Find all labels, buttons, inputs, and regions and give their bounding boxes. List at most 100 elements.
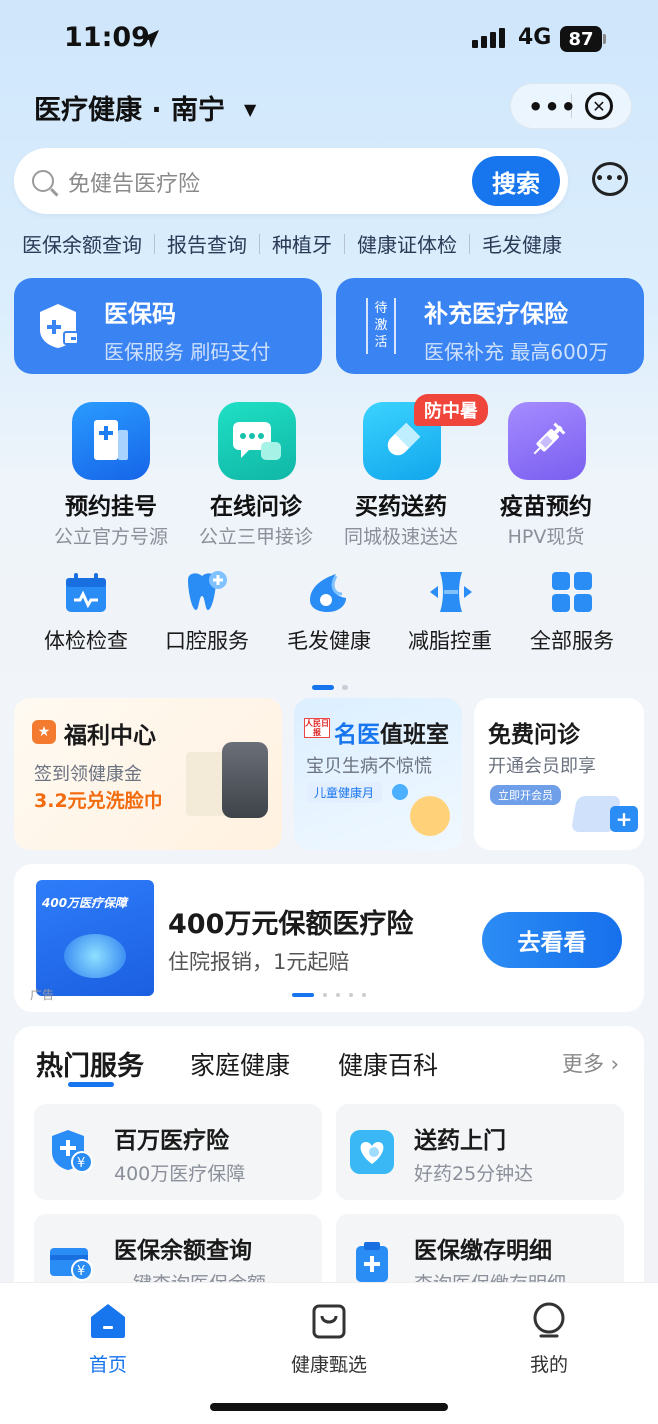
home-icon[interactable] — [89, 1302, 127, 1340]
capsule-divider — [571, 94, 572, 118]
quick-link-report[interactable]: 报告查询 — [155, 229, 259, 258]
hair-health-label[interactable]: 毛发健康 — [269, 625, 389, 655]
dental-icon[interactable] — [184, 570, 230, 614]
ad-page-indicator — [336, 993, 340, 997]
pending-activation-tag: 待激活 — [366, 298, 396, 354]
physical-exam-icon[interactable] — [64, 572, 108, 614]
close-miniapp-icon[interactable]: ✕ — [585, 92, 613, 120]
people-daily-logo: 人民日报 — [304, 718, 330, 738]
all-services-grid-icon[interactable] — [552, 572, 592, 612]
insurance-code-title: 医保码 — [104, 300, 176, 328]
ad-image-graphic — [64, 934, 126, 978]
vaccine-booking-icon[interactable] — [508, 402, 586, 480]
welfare-gift-icon: ★ — [32, 720, 56, 744]
tab-family-health[interactable]: 家庭健康 — [190, 1046, 290, 1082]
cellular-signal-icon — [472, 28, 505, 48]
insurance-balance-title: 医保余额查询 — [114, 1238, 252, 1264]
pending-activation-text: 待激活 — [374, 301, 388, 350]
search-icon — [32, 170, 54, 192]
ad-insurance-image: 400万医疗保障 — [36, 880, 154, 996]
appointment-registration-label[interactable]: 预约挂号 — [36, 487, 186, 521]
famous-doctor-title-rest: 值班室 — [380, 722, 449, 748]
home-indicator — [210, 1403, 448, 1411]
child-illustration — [410, 796, 450, 836]
quick-link-health-cert[interactable]: 健康证体检 — [345, 229, 469, 258]
buy-medicine-sub: 同城极速送达 — [343, 526, 458, 548]
shopping-bag-icon[interactable] — [311, 1302, 347, 1340]
welfare-center-title: 福利中心 — [64, 723, 156, 749]
chevron-right-icon: › — [604, 1052, 620, 1076]
dental-service-label[interactable]: 口腔服务 — [147, 625, 267, 655]
ad-image-title: 400万医疗保障 — [42, 896, 128, 910]
active-tab-indicator — [68, 1082, 114, 1087]
medical-kit-icon: + — [610, 806, 638, 832]
ad-view-button[interactable]: 去看看 — [482, 912, 622, 968]
children-health-tag: 儿童健康月 — [306, 782, 383, 803]
online-consultation-sub: 公立三甲接诊 — [198, 526, 313, 548]
ad-title: 400万元保额医疗险 — [168, 909, 414, 940]
appointment-registration-icon[interactable] — [72, 402, 150, 480]
free-consultation-sub: 开通会员即享 — [488, 756, 596, 777]
search-input[interactable]: 免健告医疗险 — [68, 166, 200, 198]
ad-label: 广告 — [30, 988, 55, 1002]
vaccine-booking-label[interactable]: 疫苗预约 — [471, 487, 621, 521]
online-consultation-icon[interactable] — [218, 402, 296, 480]
water-bottle-product-image — [222, 742, 268, 818]
quick-link-hair[interactable]: 毛发健康 — [470, 229, 574, 258]
ad-page-indicator — [362, 993, 366, 997]
supplement-insurance-title: 补充医疗保险 — [424, 300, 568, 328]
heatstroke-badge: 防中暑 — [414, 394, 488, 426]
appointment-registration-sub: 公立官方号源 — [53, 526, 168, 548]
quick-link-balance[interactable]: 医保余额查询 — [22, 229, 154, 258]
search-button[interactable]: 搜索 — [472, 156, 560, 206]
medicine-delivery-icon — [350, 1130, 394, 1174]
nav-health-select-label[interactable]: 健康甄选 — [269, 1350, 389, 1377]
svg-text:¥: ¥ — [77, 1156, 85, 1171]
page-indicator — [342, 685, 348, 690]
free-consultation-title: 免费问诊 — [488, 722, 580, 748]
quick-link-implant[interactable]: 种植牙 — [260, 229, 344, 258]
famous-doctor-title: 名医值班室 — [334, 715, 449, 749]
message-chat-icon[interactable]: ••• — [592, 162, 628, 196]
physical-exam-label[interactable]: 体检检查 — [26, 625, 146, 655]
weight-loss-icon[interactable] — [428, 570, 474, 614]
page-title-city[interactable]: 医疗健康 · 南宁 — [34, 88, 225, 127]
insurance-payment-detail-sub: 查询医保缴存明细 — [414, 1269, 566, 1282]
quick-links: 医保余额查询 报告查询 种植牙 健康证体检 毛发健康 — [22, 229, 574, 258]
insurance-code-subtitle: 医保服务 刷码支付 — [104, 340, 271, 364]
ad-page-indicator — [349, 993, 353, 997]
medicine-delivery-title: 送药上门 — [414, 1128, 506, 1154]
svg-text:¥: ¥ — [77, 1264, 85, 1279]
battery-tip — [603, 34, 606, 44]
balloon-illustration — [392, 784, 408, 800]
city-dropdown-icon[interactable]: ▼ — [244, 100, 256, 119]
nav-home-label[interactable]: 首页 — [48, 1350, 168, 1377]
more-link[interactable]: 更多 › — [562, 1048, 619, 1078]
location-arrow-icon — [141, 30, 159, 48]
insurance-code-shield-icon — [40, 304, 79, 348]
vaccine-booking-sub: HPV现货 — [507, 526, 585, 548]
online-consultation-label[interactable]: 在线问诊 — [181, 487, 331, 521]
more-menu-icon[interactable]: ••• — [528, 93, 577, 121]
page-indicator-active — [312, 685, 334, 690]
insurance-balance-card-icon: ¥ — [50, 1248, 93, 1281]
all-services-label[interactable]: 全部服务 — [512, 625, 632, 655]
famous-doctor-title-prefix: 名医 — [334, 722, 380, 748]
medicine-delivery-sub: 好药25分钟达 — [414, 1163, 534, 1185]
battery-indicator: 87 — [560, 26, 602, 52]
profile-icon[interactable] — [531, 1302, 567, 1340]
million-medical-insurance-title: 百万医疗险 — [114, 1128, 229, 1154]
insurance-payment-detail-title: 医保缴存明细 — [414, 1238, 552, 1264]
weight-loss-label[interactable]: 减脂控重 — [390, 625, 510, 655]
nav-mine-label[interactable]: 我的 — [489, 1350, 609, 1377]
ad-page-indicator-active — [292, 993, 314, 997]
insurance-balance-sub: 一键查询医保余额 — [114, 1269, 266, 1282]
tab-health-encyclopedia[interactable]: 健康百科 — [338, 1046, 438, 1082]
clipboard-detail-icon — [356, 1242, 388, 1282]
tab-hot-services[interactable]: 热门服务 — [36, 1044, 144, 1083]
hair-health-icon[interactable] — [306, 570, 352, 614]
join-member-tag[interactable]: 立即开会员 — [490, 785, 561, 805]
buy-medicine-label[interactable]: 买药送药 — [326, 487, 476, 521]
welfare-center-offer: 3.2元兑洗脸巾 — [34, 790, 163, 812]
famous-doctor-sub: 宝贝生病不惊慌 — [306, 756, 432, 777]
